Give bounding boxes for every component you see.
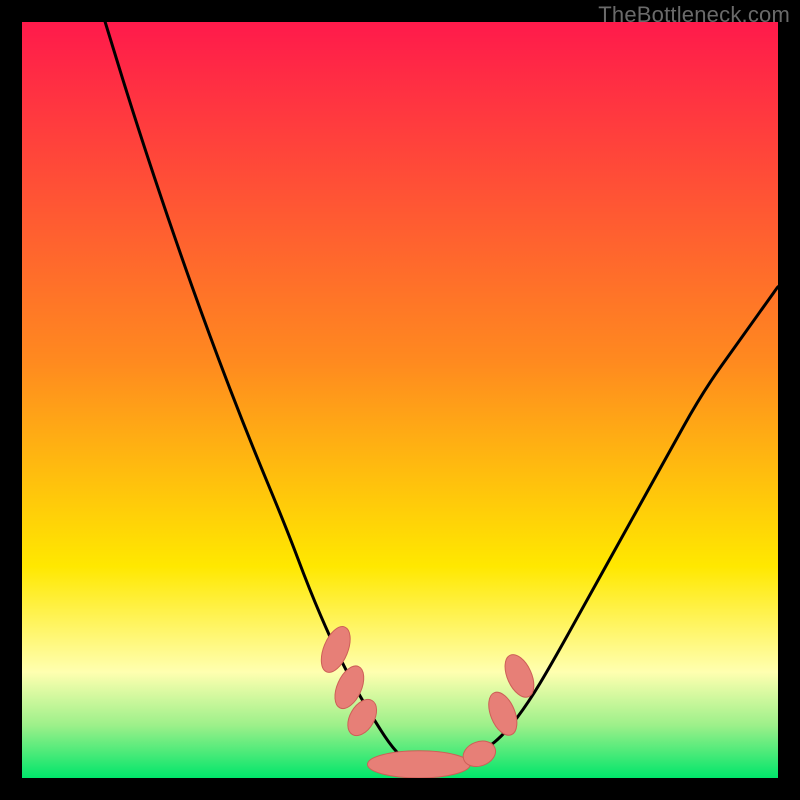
plot-area (22, 22, 778, 778)
outer-frame: TheBottleneck.com (0, 0, 800, 800)
watermark-label: TheBottleneck.com (598, 2, 790, 28)
bottleneck-chart (22, 22, 778, 778)
curve-marker (367, 751, 470, 778)
gradient-background (22, 22, 778, 778)
